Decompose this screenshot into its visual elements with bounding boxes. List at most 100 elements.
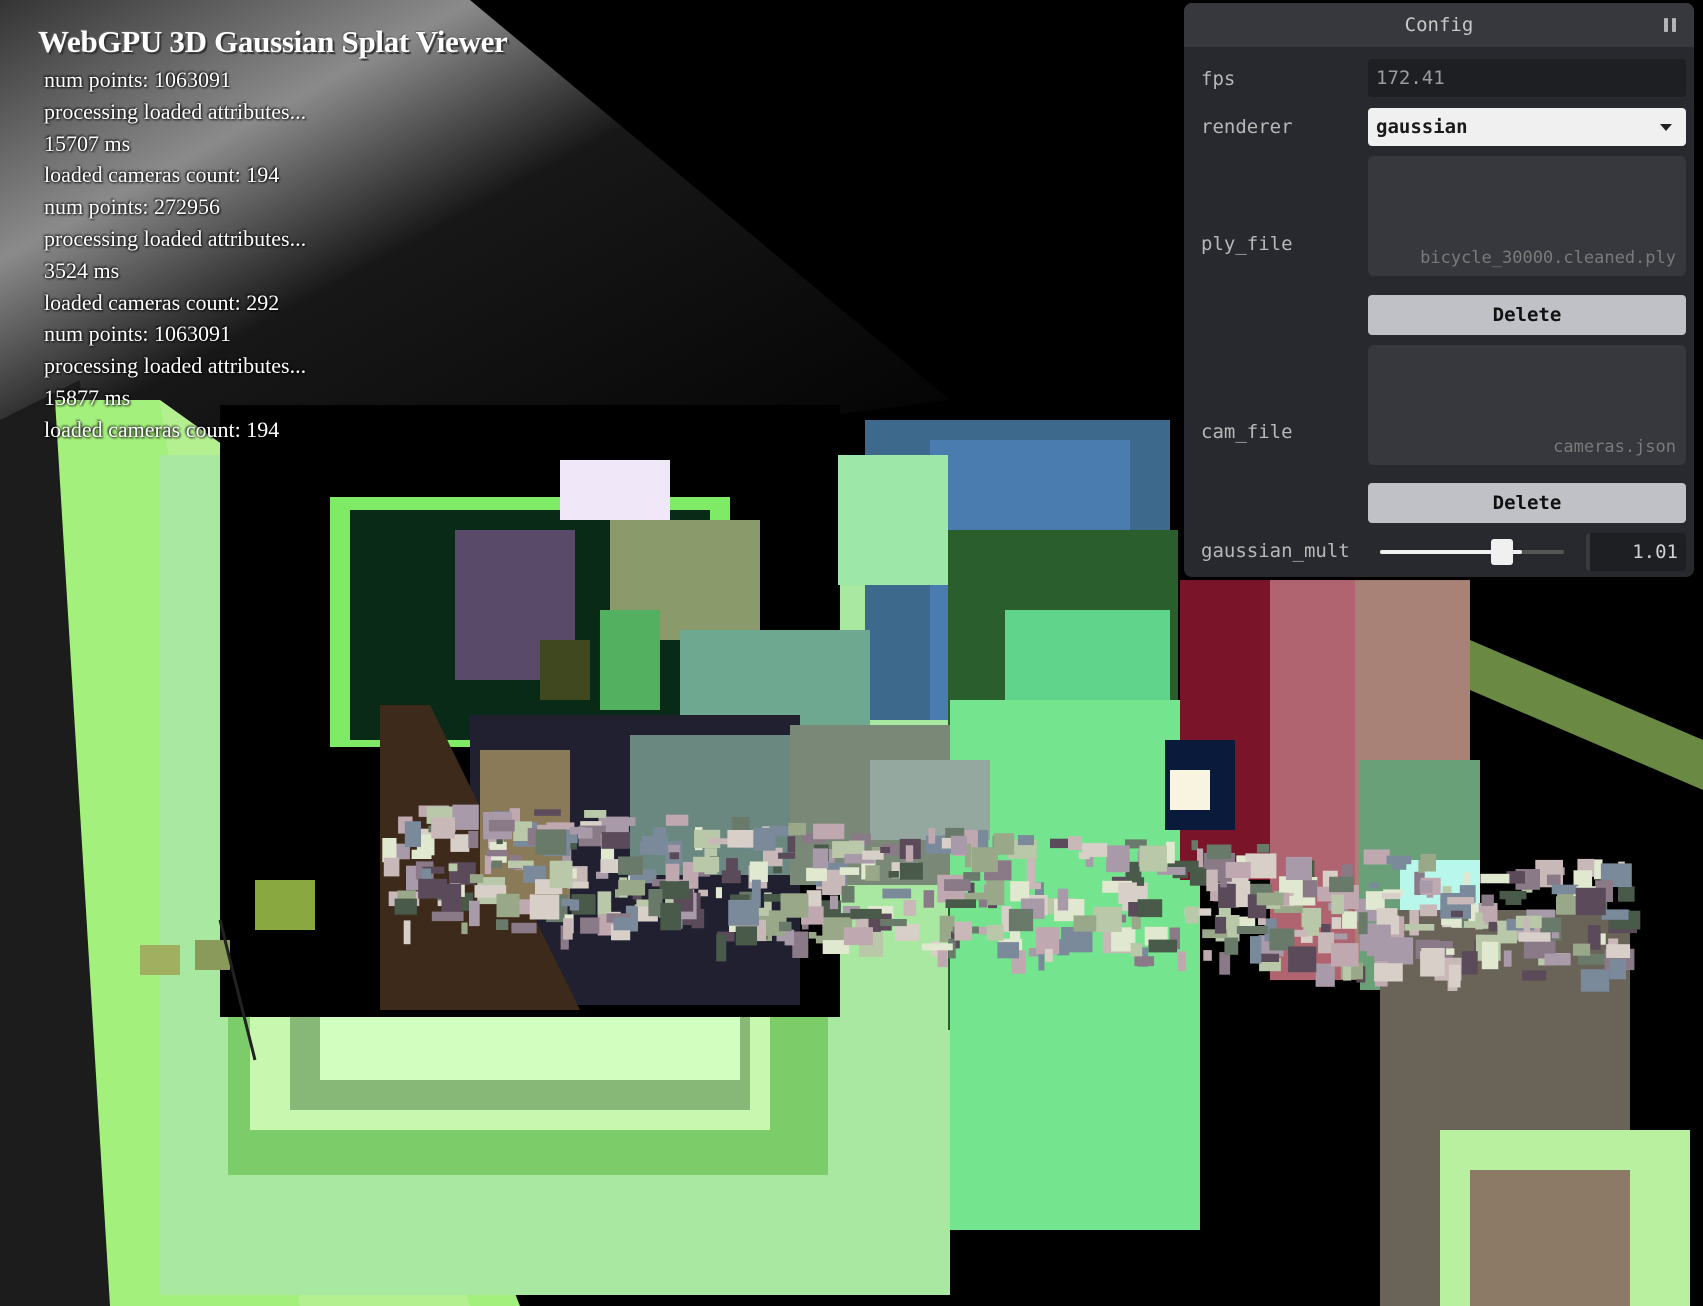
splat-fragment [1368,882,1379,889]
splat-fragment [534,809,561,816]
splat-fragment [452,804,479,830]
splat-fragment [1551,932,1560,939]
splat-fragment [665,814,689,826]
splat-fragment [1134,956,1155,967]
splat-fragment [1575,887,1606,916]
splat-fragment [784,929,795,946]
splat-fragment [1580,969,1610,992]
splat-fragment [1381,892,1401,900]
splat-fragment [1618,886,1635,902]
splat-fragment [1409,909,1419,936]
splat-fragment [1573,943,1591,956]
splat-fragment [806,867,827,882]
splat-fragment [1609,959,1627,980]
renderer-row: renderer gaussian [1184,106,1694,146]
splat-fragment [1421,948,1445,976]
splat-fragment [1256,892,1284,906]
config-titlebar[interactable]: Config [1184,3,1694,47]
cam-file-row: cam_file cameras.json [1184,343,1694,468]
splat-fragment [1285,856,1312,880]
splat-fragment [1177,951,1187,972]
splat-fragment [758,907,769,916]
splat-fragment [763,894,782,902]
splat-fragment [411,849,432,859]
splat-fragment [1093,906,1122,932]
splat-fragment [1315,963,1335,987]
splat-fragment [1302,880,1318,898]
splat-fragment [880,919,907,927]
slider-thumb[interactable] [1491,539,1513,565]
splat-fragment [1334,933,1348,940]
splat-fragment [813,823,845,840]
splat-fragment [1203,950,1212,961]
log-line: processing loaded attributes... [44,225,307,251]
splat-fragment [1057,888,1069,911]
renderer-select[interactable]: gaussian [1368,108,1686,146]
splat-fragment [903,900,917,916]
splat-fragment [1026,858,1036,884]
splat-fragment [641,836,669,854]
log-line: processing loaded attributes... [44,98,307,124]
cam-file-dropzone[interactable]: cameras.json [1368,345,1686,465]
config-panel: Config fps 172.41 renderer gaussian ply_… [1184,3,1694,577]
gaussian-mult-label: gaussian_mult [1201,540,1350,562]
splat-fragment [660,902,682,931]
splat-fragment [716,934,727,962]
gaussian-mult-slider[interactable] [1380,539,1564,565]
splat-fragment [715,887,722,899]
splat-fragment [1331,917,1342,929]
splat-fragment [418,878,448,899]
splat-fragment [597,891,612,915]
splat-fragment [549,860,573,888]
splat-fragment [469,874,484,883]
splat-fragment [693,856,720,873]
splat-fragment [665,863,680,882]
splat-fragment [1331,943,1359,967]
splat-fragment [843,927,873,946]
splat-fragment [1139,845,1167,872]
splat-fragment [721,870,741,884]
fps-label: fps [1201,68,1236,90]
splat-fragment [749,861,768,882]
log-line: 15877 ms [44,384,131,410]
renderer-label: renderer [1201,116,1293,138]
log-line: 3524 ms [44,257,120,283]
splat-fragment [1185,906,1199,924]
cam-file-label: cam_file [1201,421,1293,443]
cam-delete-button[interactable]: Delete [1368,483,1686,523]
splat-fragment [727,830,758,848]
splat-fragment [812,848,829,869]
splat-fragment [1136,877,1145,886]
chevron-down-icon [1660,124,1672,131]
ply-delete-button[interactable]: Delete [1368,295,1686,335]
pause-icon[interactable] [1664,18,1678,32]
gaussian-mult-value[interactable]: 1.01 [1586,533,1686,571]
splat-fragment [488,819,515,832]
ply-file-name: bicycle_30000.cleaned.ply [1420,248,1676,268]
splat-fragment [728,899,759,926]
splat-fragment [491,860,503,869]
splat-fragment [773,866,782,874]
splat-fragment [950,835,967,855]
splat-fragment [397,890,416,899]
ply-file-dropzone[interactable]: bicycle_30000.cleaned.ply [1368,156,1686,276]
splat-fragment [923,890,935,908]
splat-fragment [1131,915,1141,930]
splat-fragment [1260,953,1280,962]
splat-fragment [561,898,573,907]
splat-fragment [1481,894,1494,906]
splat-fragment [1218,883,1239,908]
log-line: 15707 ms [44,130,131,156]
log-line: processing loaded attributes... [44,353,307,379]
log-line: num points: 1063091 [44,321,232,347]
splat-fragment [569,826,586,835]
splat-fragment [808,932,817,939]
splat-fragment [1148,939,1178,953]
splat-fragment [618,856,643,875]
splat-fragment [1045,948,1053,962]
splat-fragment [1130,943,1143,957]
splat-fragment [1288,946,1317,973]
splat-fragment [880,846,891,853]
splat-fragment [601,832,630,849]
splat-fragment [404,821,421,847]
